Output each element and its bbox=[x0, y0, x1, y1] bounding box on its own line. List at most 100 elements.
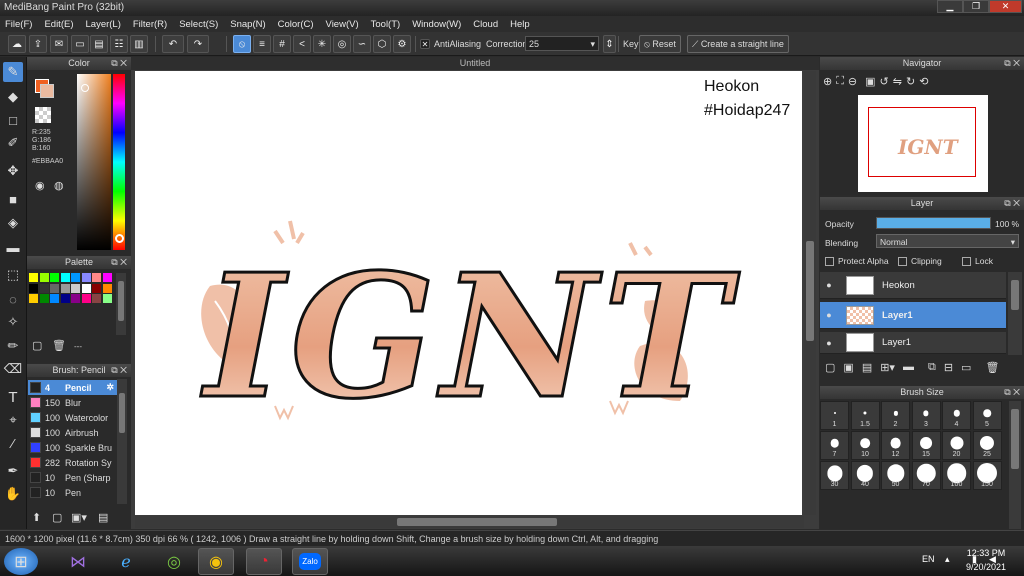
divide-tool-icon[interactable]: ⌖ bbox=[3, 410, 23, 430]
fit-icon[interactable]: ⛶ bbox=[836, 75, 844, 88]
select-tool-icon[interactable]: ⬚ bbox=[3, 265, 23, 285]
brush-item[interactable]: 10 Pen bbox=[28, 485, 117, 500]
file-icon[interactable]: ▥ bbox=[130, 35, 148, 53]
chrome-icon[interactable]: ◉ bbox=[198, 548, 234, 575]
menu-help[interactable]: Help bbox=[510, 19, 530, 30]
menu-cloud[interactable]: Cloud bbox=[473, 19, 498, 30]
close-button[interactable]: ✕ bbox=[989, 0, 1022, 13]
palette-swatch[interactable] bbox=[81, 273, 91, 282]
palette-swatch[interactable] bbox=[50, 283, 59, 293]
coccoc-icon[interactable]: ◎ bbox=[156, 548, 192, 575]
hue-slider[interactable] bbox=[113, 74, 125, 250]
palette-swatch[interactable] bbox=[102, 283, 112, 293]
document-tab[interactable]: Untitled bbox=[131, 57, 819, 70]
brush-size-cell[interactable]: 12 bbox=[881, 431, 910, 460]
color-settings-icon[interactable]: ◍ bbox=[54, 179, 64, 192]
brush-size-cell[interactable]: 1.5 bbox=[850, 401, 880, 430]
palette-swatch[interactable] bbox=[102, 273, 112, 282]
snap-off-icon[interactable]: ⦸ bbox=[233, 35, 251, 53]
palette-swatch[interactable] bbox=[50, 294, 59, 303]
menu-filter[interactable]: Filter(R) bbox=[133, 19, 167, 30]
polygon-snap-icon[interactable]: ⬡ bbox=[373, 35, 391, 53]
zalo-icon[interactable]: Zalo bbox=[292, 548, 328, 575]
brush-size-cell[interactable]: 100 bbox=[942, 461, 971, 490]
blending-select[interactable]: Normal ▾ bbox=[876, 234, 1019, 248]
brush-size-scrollbar[interactable] bbox=[1009, 401, 1021, 529]
brush-size-cell[interactable]: 5 bbox=[972, 401, 1002, 430]
tray-expand-icon[interactable]: ▴ bbox=[945, 554, 950, 565]
brush-item[interactable]: 100 Watercolor bbox=[28, 410, 117, 425]
document-icon[interactable]: ▤ bbox=[90, 35, 108, 53]
palette-swatch[interactable] bbox=[92, 294, 101, 303]
duplicate-layer-icon[interactable]: ⧉ bbox=[928, 361, 936, 374]
palette-swatch[interactable] bbox=[39, 294, 49, 303]
clipping-checkbox[interactable] bbox=[898, 256, 907, 266]
new-palette-icon[interactable]: ▢ bbox=[32, 339, 42, 352]
brush-item[interactable]: 10 Pen (Sharp bbox=[28, 470, 117, 485]
canvas-vertical-scrollbar[interactable] bbox=[804, 71, 816, 515]
merge-down-icon[interactable]: ⊟ bbox=[944, 361, 953, 374]
panel-close-icon[interactable]: ⧉ ✕ bbox=[1004, 386, 1020, 399]
palette-swatch[interactable] bbox=[39, 283, 49, 293]
protect-alpha-option[interactable]: Protect Alpha bbox=[825, 256, 889, 266]
hand-tool-icon[interactable]: ✋ bbox=[3, 484, 23, 504]
select-pen-tool-icon[interactable]: ✏ bbox=[3, 336, 23, 356]
new-halftone-layer-icon[interactable]: ▣ bbox=[843, 361, 853, 374]
brush-scrollbar[interactable] bbox=[117, 379, 127, 504]
lasso-tool-icon[interactable]: ◌ bbox=[3, 289, 23, 309]
delete-layer-icon[interactable]: 🗑 bbox=[985, 361, 999, 374]
brush-settings-icon[interactable]: ▤ bbox=[98, 511, 108, 524]
bucket-tool-icon[interactable]: ◈ bbox=[3, 213, 23, 233]
layer-row[interactable]: ● Heokon bbox=[820, 272, 1006, 299]
palette-swatch[interactable] bbox=[92, 273, 101, 282]
concentric-snap-icon[interactable]: ◎ bbox=[333, 35, 351, 53]
visibility-dot-icon[interactable]: ● bbox=[820, 310, 838, 320]
lock-checkbox[interactable] bbox=[962, 256, 971, 266]
menu-file[interactable]: File(F) bbox=[5, 19, 32, 30]
vanishing-point-icon[interactable]: < bbox=[293, 35, 311, 53]
brush-size-scroll-thumb[interactable] bbox=[1011, 409, 1019, 469]
brush-scroll-thumb[interactable] bbox=[119, 393, 125, 433]
medibang-icon[interactable]: ◔ bbox=[246, 548, 282, 575]
menu-layer[interactable]: Layer(L) bbox=[86, 19, 121, 30]
antialiasing-checkbox[interactable]: ✕ bbox=[420, 39, 430, 49]
brush-item[interactable]: 4 Pencil ✲ bbox=[28, 380, 117, 395]
start-button[interactable]: ⊞ bbox=[4, 548, 38, 575]
palette-swatch[interactable] bbox=[50, 273, 59, 282]
minimize-button[interactable]: ▁ bbox=[937, 0, 963, 13]
gradient-tool-icon[interactable]: ▬ bbox=[3, 237, 23, 257]
dot-tool-icon[interactable]: □ bbox=[3, 110, 23, 130]
palette-swatch[interactable] bbox=[39, 273, 49, 282]
brush-size-cell[interactable]: 1 bbox=[820, 401, 849, 430]
fill-shape-tool-icon[interactable]: ■ bbox=[3, 189, 23, 209]
drawing-canvas[interactable]: IGNT Heokon #Hoidap247 bbox=[135, 71, 802, 515]
palette-swatch[interactable] bbox=[60, 294, 70, 303]
color-picker-cursor[interactable] bbox=[81, 84, 89, 92]
move-tool-icon[interactable]: ✥ bbox=[3, 161, 23, 181]
add-brush-icon[interactable]: ⬆ bbox=[32, 511, 41, 524]
palette-swatch[interactable] bbox=[71, 294, 80, 303]
menu-window[interactable]: Window(W) bbox=[412, 19, 461, 30]
flip-icon[interactable]: ⇋ bbox=[893, 75, 902, 88]
eyedropper-tool-icon[interactable]: ⁄ bbox=[3, 433, 23, 453]
background-color-swatch[interactable] bbox=[40, 84, 54, 98]
image-icon[interactable]: ▭ bbox=[71, 35, 89, 53]
navigator-preview[interactable]: IGNT bbox=[858, 95, 988, 192]
palette-swatch[interactable] bbox=[29, 283, 38, 293]
create-straight-line-button[interactable]: ⟋ Create a straight line bbox=[687, 35, 789, 53]
language-indicator[interactable]: EN bbox=[922, 554, 935, 564]
menu-edit[interactable]: Edit(E) bbox=[44, 19, 73, 30]
vertical-scroll-thumb[interactable] bbox=[806, 241, 814, 341]
redo-icon[interactable]: ↷ bbox=[187, 35, 209, 53]
palette-swatch[interactable] bbox=[71, 273, 80, 282]
palette-swatch[interactable] bbox=[81, 294, 91, 303]
visibility-dot-icon[interactable]: ● bbox=[820, 280, 838, 290]
panel-close-icon[interactable]: ⧉ ✕ bbox=[111, 256, 127, 269]
brush-size-cell[interactable]: 4 bbox=[942, 401, 971, 430]
brush-size-cell[interactable]: 25 bbox=[972, 431, 1002, 460]
layer-row-selected[interactable]: ●Layer1✲ bbox=[820, 302, 1020, 329]
brush-size-cell[interactable]: 70 bbox=[911, 461, 941, 490]
comment-icon[interactable]: ✉ bbox=[50, 35, 68, 53]
palette-swatch[interactable] bbox=[81, 283, 91, 293]
brush-size-cell[interactable]: 15 bbox=[911, 431, 941, 460]
